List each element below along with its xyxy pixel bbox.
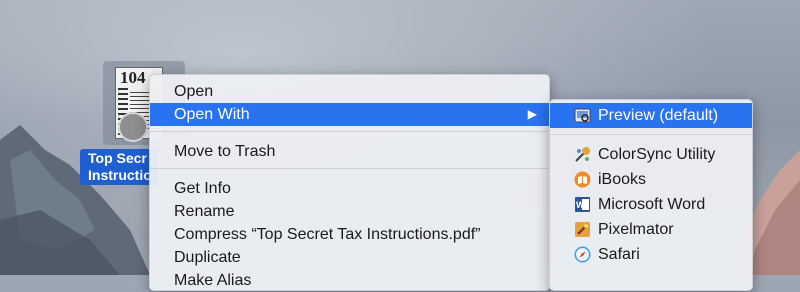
menu-item-make-alias[interactable]: Make Alias <box>150 269 549 292</box>
pixelmator-icon <box>575 222 590 237</box>
menu-separator <box>550 134 752 135</box>
colorsync-icon <box>575 147 590 162</box>
svg-text:W: W <box>576 200 585 210</box>
menu-item-label: Rename <box>174 203 235 220</box>
submenu-arrow-icon: ▶ <box>527 107 537 121</box>
menu-item-label: Move to Trash <box>174 143 276 160</box>
menu-item-get-info[interactable]: Get Info <box>150 177 549 200</box>
open-with-submenu: Preview (default) ColorSync Utility iBoo… <box>549 99 753 291</box>
context-menu: Open Open With ▶ Move to Trash Get Info … <box>149 74 550 291</box>
thumbnail-badge <box>118 112 148 142</box>
ibooks-icon <box>574 171 591 188</box>
menu-item-rename[interactable]: Rename <box>150 200 549 223</box>
submenu-item-preview[interactable]: Preview (default) <box>550 103 752 128</box>
menu-separator <box>150 168 549 169</box>
menu-item-label: Duplicate <box>174 249 241 266</box>
submenu-item-label: Safari <box>598 246 640 263</box>
menu-item-label: Open With <box>174 106 250 123</box>
menu-item-label: Open <box>174 83 214 100</box>
thumbnail-form-number: 104 <box>120 68 146 87</box>
submenu-item-colorsync[interactable]: ColorSync Utility <box>550 142 752 167</box>
submenu-item-pixelmator[interactable]: Pixelmator <box>550 217 752 242</box>
word-icon: W <box>575 197 590 212</box>
menu-item-open[interactable]: Open <box>150 80 549 103</box>
file-name-line-1: Top Secr <box>88 150 147 166</box>
safari-icon <box>574 246 591 263</box>
submenu-item-label: ColorSync Utility <box>598 146 716 163</box>
menu-item-label: Compress “Top Secret Tax Instructions.pd… <box>174 226 481 243</box>
menu-item-move-to-trash[interactable]: Move to Trash <box>150 140 549 163</box>
submenu-item-safari[interactable]: Safari <box>550 242 752 267</box>
submenu-item-label: Microsoft Word <box>598 196 706 213</box>
submenu-item-word[interactable]: W Microsoft Word <box>550 192 752 217</box>
submenu-item-ibooks[interactable]: iBooks <box>550 167 752 192</box>
menu-item-duplicate[interactable]: Duplicate <box>150 246 549 269</box>
file-name-line-2: Instructio <box>88 167 152 183</box>
menu-item-compress[interactable]: Compress “Top Secret Tax Instructions.pd… <box>150 223 549 246</box>
submenu-item-label: iBooks <box>598 171 647 188</box>
menu-item-open-with[interactable]: Open With ▶ <box>150 103 549 126</box>
file-name-label[interactable]: Top Secr Instructio <box>80 149 158 185</box>
submenu-item-label: Preview (default) <box>598 107 719 124</box>
preview-icon <box>574 108 591 123</box>
submenu-item-label: Pixelmator <box>598 221 674 238</box>
menu-separator <box>150 131 549 132</box>
menu-item-label: Get Info <box>174 180 231 197</box>
